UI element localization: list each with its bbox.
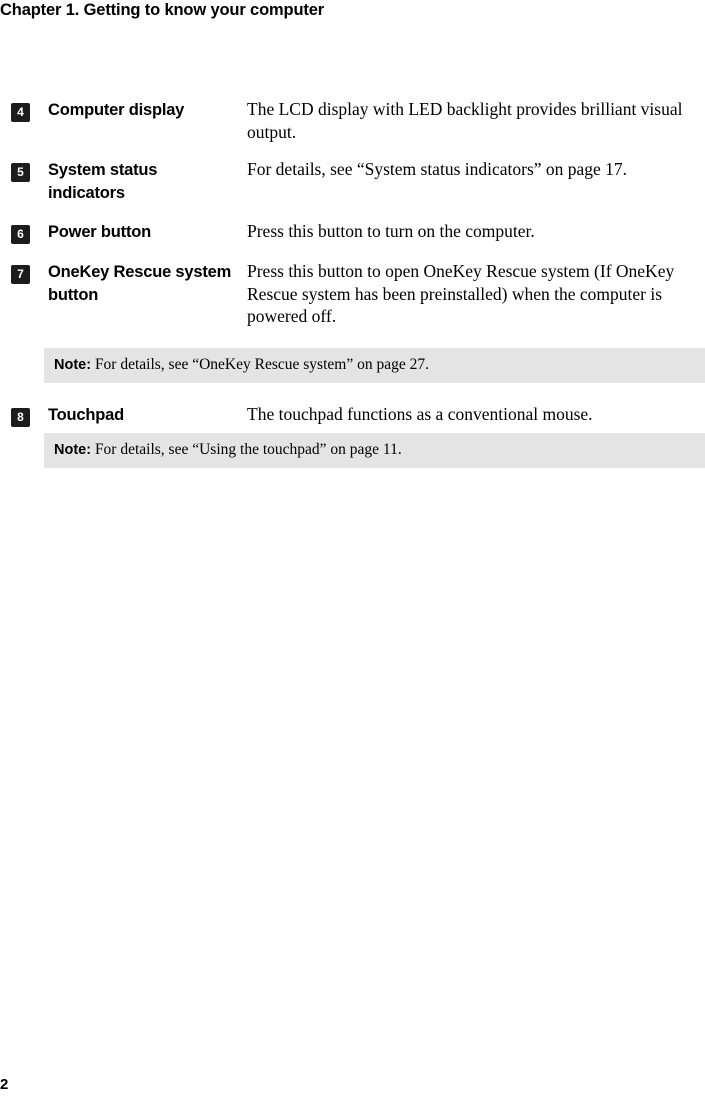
note-text: For details, see “Using the touchpad” on… xyxy=(91,440,402,458)
callout-label-6: Power button xyxy=(48,223,152,241)
callout-table: 4 Computer display The LCD display with … xyxy=(0,95,705,468)
callout-badge-cell-5: 5 xyxy=(0,155,48,182)
callout-label-5: System status indicators xyxy=(48,161,158,202)
note-box-onekey: Note: For details, see “OneKey Rescue sy… xyxy=(44,347,705,383)
callout-row-8: 8 Touchpad The touchpad functions as a c… xyxy=(0,400,705,427)
chapter-header: Chapter 1. Getting to know your computer xyxy=(0,1,325,19)
callout-description-7: Press this button to open OneKey Rescue … xyxy=(247,261,679,326)
callout-row-7: 7 OneKey Rescue system button Press this… xyxy=(0,257,705,328)
callout-label-7: OneKey Rescue system button xyxy=(48,263,232,304)
callout-row-6: 6 Power button Press this button to turn… xyxy=(0,217,705,244)
callout-number-badge-8: 8 xyxy=(11,407,30,427)
callout-number-badge-7: 7 xyxy=(11,265,30,284)
callout-badge-cell-7: 7 xyxy=(0,257,48,284)
callout-description-6: Press this button to turn on the compute… xyxy=(247,221,535,241)
callout-badge-cell-6: 6 xyxy=(0,217,48,244)
callout-description-4: The LCD display with LED backlight provi… xyxy=(247,99,687,142)
note-label: Note: xyxy=(54,441,92,458)
callout-number-badge-5: 5 xyxy=(11,163,30,182)
row-spacer xyxy=(0,328,705,348)
callout-description-8: The touchpad functions as a conventional… xyxy=(247,403,593,424)
callout-number-badge-4: 4 xyxy=(11,103,30,122)
callout-badge-cell-4: 4 xyxy=(0,95,48,122)
note-text: For details, see “OneKey Rescue system” … xyxy=(91,355,429,373)
note-box-touchpad: Note: For details, see “Using the touchp… xyxy=(44,432,705,468)
callout-row-4: 4 Computer display The LCD display with … xyxy=(0,95,705,143)
row-spacer xyxy=(0,204,705,217)
callout-description-5: For details, see “System status indicato… xyxy=(247,159,628,179)
page-number: 2 xyxy=(0,1076,9,1093)
callout-badge-cell-8: 8 xyxy=(0,400,48,427)
row-spacer xyxy=(0,244,705,257)
note-label: Note: xyxy=(54,356,92,373)
callout-number-badge-6: 6 xyxy=(11,225,30,244)
document-page: Chapter 1. Getting to know your computer… xyxy=(0,0,705,1103)
row-spacer xyxy=(0,383,705,400)
callout-label-8: Touchpad xyxy=(48,405,125,424)
callout-label-4: Computer display xyxy=(48,101,185,119)
callout-row-5: 5 System status indicators For details, … xyxy=(0,155,705,204)
row-spacer xyxy=(0,143,705,155)
